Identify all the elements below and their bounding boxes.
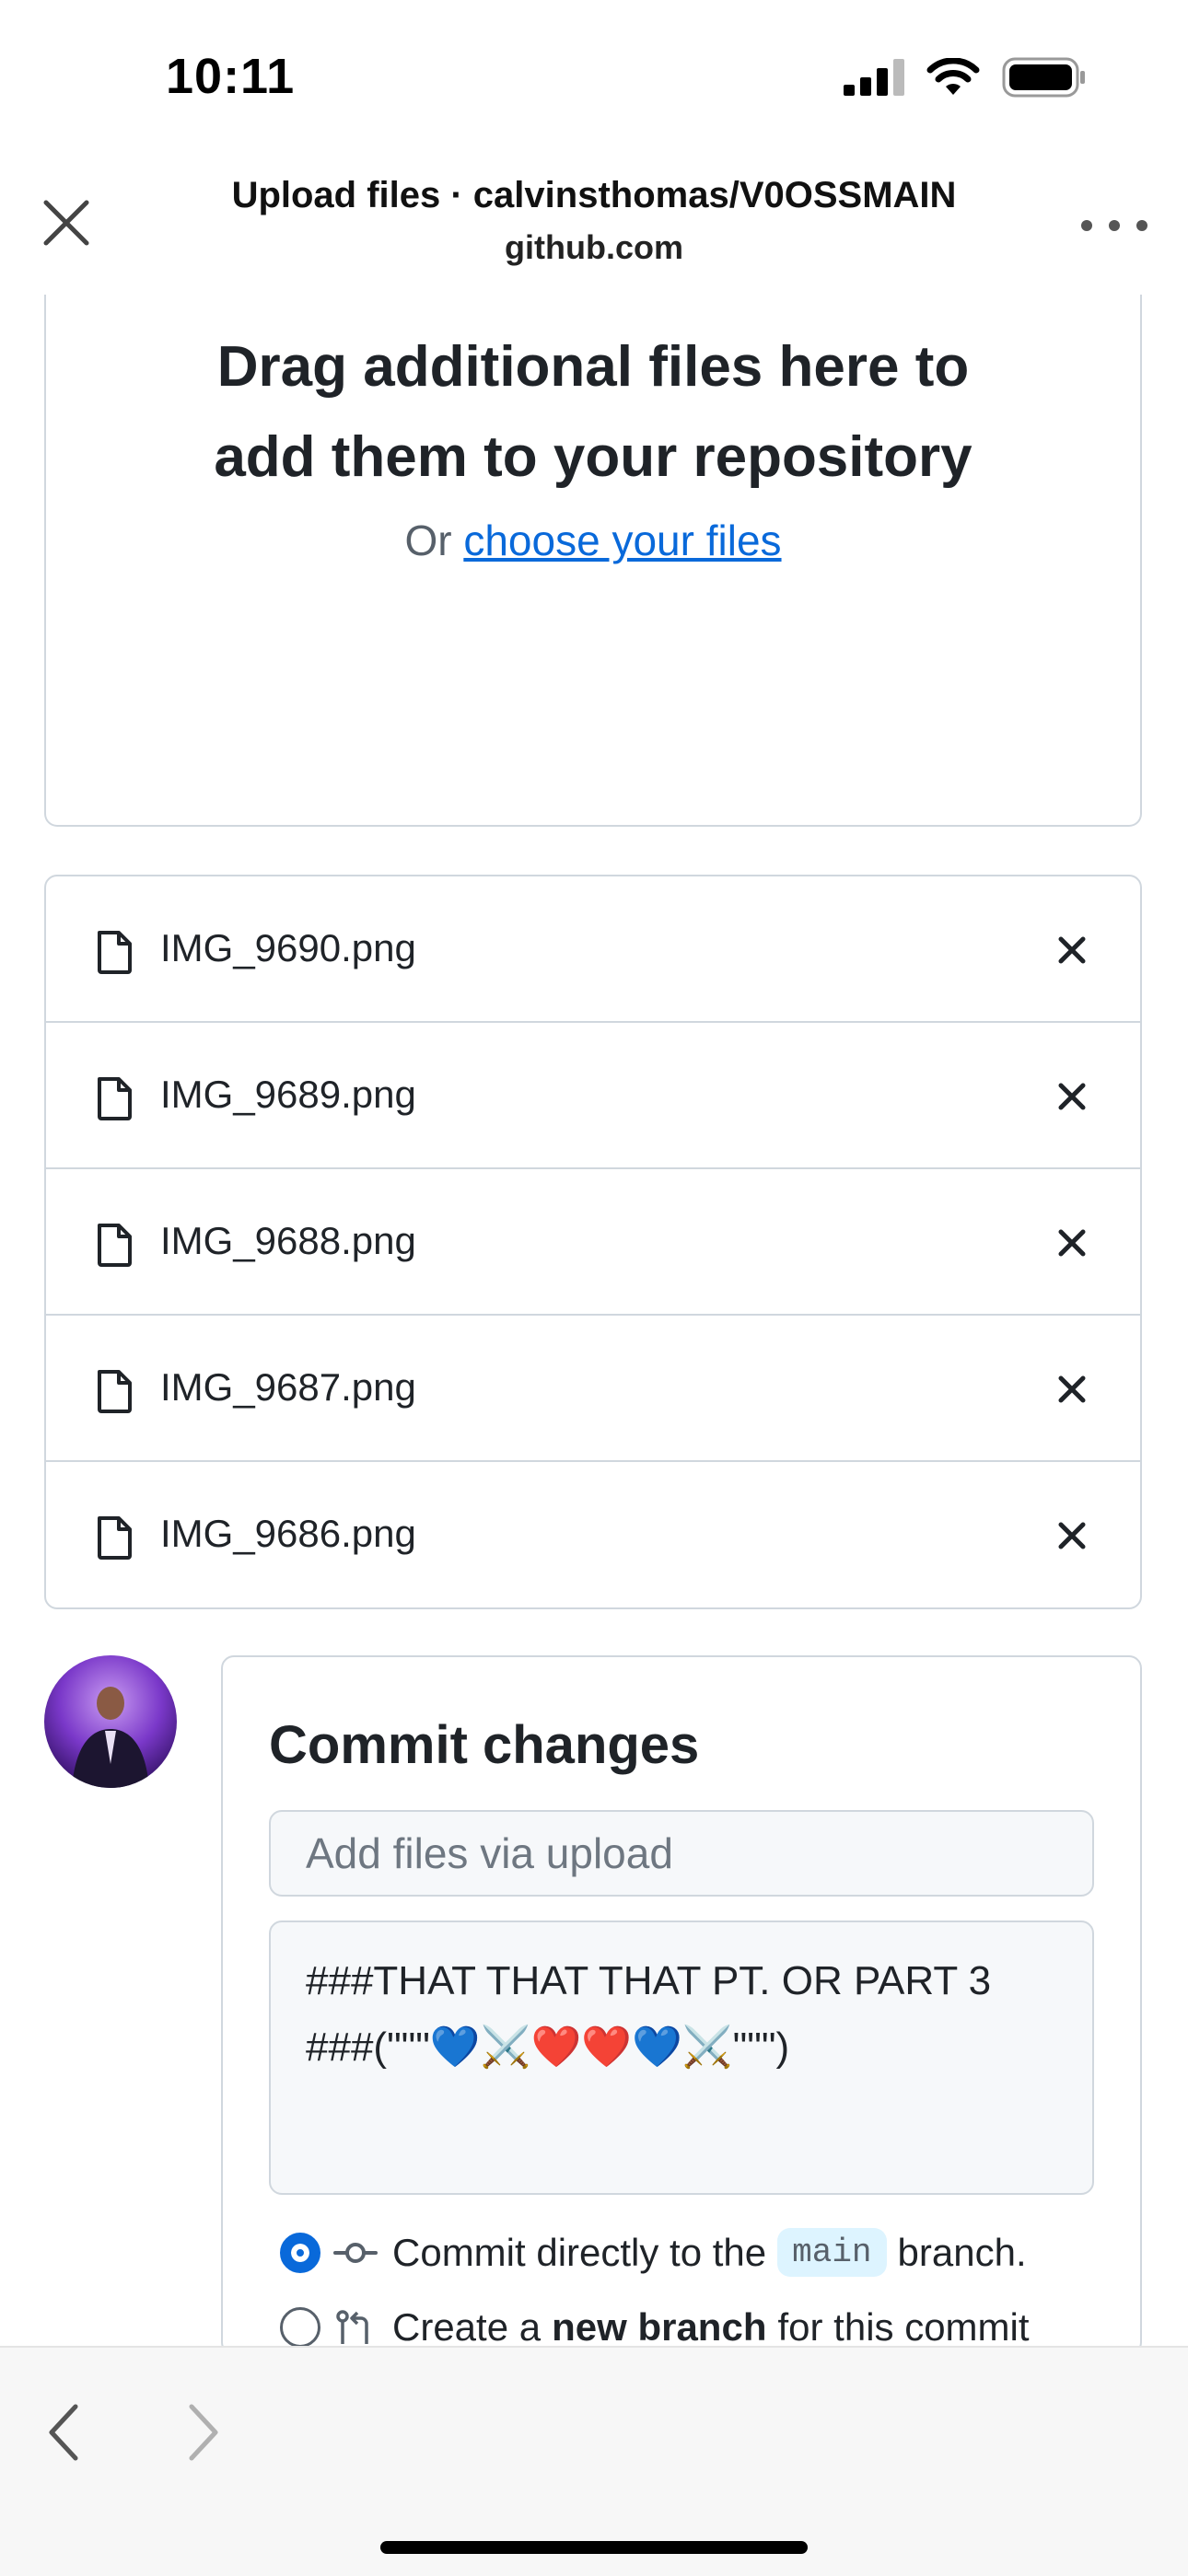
browser-header: Upload files · calvinsthomas/V0OSSMAIN g… — [0, 157, 1188, 295]
home-indicator — [380, 2541, 808, 2554]
file-name: IMG_9688.png — [160, 1219, 416, 1262]
new-branch-radio[interactable] — [280, 2307, 320, 2348]
file-name: IMG_9690.png — [160, 926, 416, 969]
file-name: IMG_9687.png — [160, 1365, 416, 1409]
commit-description-textarea[interactable]: ###THAT THAT THAT PT. OR PART 3 ###("""💙… — [269, 1920, 1094, 2195]
git-pull-request-icon — [336, 2310, 368, 2344]
file-row: IMG_9686.png — [46, 1462, 1140, 1607]
commit-direct-option[interactable]: Commit directly to the main branch. — [269, 2228, 1027, 2277]
branch-name-badge: main — [777, 2228, 887, 2277]
file-name: IMG_9689.png — [160, 1073, 416, 1116]
page-domain: github.com — [505, 228, 683, 266]
drop-zone-subtitle: Or choose your files — [46, 516, 1140, 565]
file-name: IMG_9686.png — [160, 1512, 416, 1555]
file-icon — [98, 1224, 132, 1267]
drop-zone[interactable]: Drag additional files here to add them t… — [44, 295, 1142, 827]
remove-file-icon[interactable] — [1052, 1515, 1092, 1556]
status-time: 10:11 — [166, 49, 296, 104]
choose-files-link[interactable]: choose your files — [463, 516, 781, 564]
forward-chevron-icon[interactable] — [181, 2399, 225, 2466]
new-branch-suffix: for this commit — [777, 2305, 1030, 2349]
commit-direct-radio[interactable] — [280, 2232, 320, 2273]
avatar[interactable] — [44, 1655, 177, 1788]
commit-title: Commit changes — [269, 1715, 700, 1775]
file-icon — [98, 931, 132, 974]
avatar-image — [44, 1655, 177, 1788]
file-row: IMG_9687.png — [46, 1316, 1140, 1462]
status-bar: 10:11 — [0, 0, 1188, 157]
drop-title-line-1: Drag additional files here to — [216, 335, 970, 399]
commit-box: Commit changes ###THAT THAT THAT PT. OR … — [221, 1655, 1142, 2355]
more-icon[interactable] — [1077, 212, 1151, 239]
remove-file-icon[interactable] — [1052, 930, 1092, 970]
wifi-icon — [926, 58, 980, 95]
file-icon — [98, 1370, 132, 1413]
file-list: IMG_9690.png IMG_9689.png IMG_9688.png I… — [44, 875, 1142, 1609]
remove-file-icon[interactable] — [1052, 1076, 1092, 1117]
back-chevron-icon[interactable] — [42, 2399, 87, 2466]
file-row: IMG_9690.png — [46, 876, 1140, 1023]
drop-prefix: Or — [404, 516, 452, 564]
file-row: IMG_9688.png — [46, 1169, 1140, 1316]
file-icon — [98, 1077, 132, 1120]
commit-direct-suffix: branch. — [897, 2230, 1027, 2274]
remove-file-icon[interactable] — [1052, 1369, 1092, 1410]
commit-summary-input[interactable] — [269, 1810, 1094, 1897]
drop-title-line-2: add them to your repository — [214, 425, 973, 489]
remove-file-icon[interactable] — [1052, 1223, 1092, 1263]
file-icon — [98, 1516, 132, 1560]
new-branch-bold: new branch — [552, 2305, 767, 2349]
commit-direct-text: Commit directly to the — [392, 2230, 767, 2274]
drop-zone-title: Drag additional files here to add them t… — [46, 322, 1140, 503]
git-commit-icon — [333, 2242, 378, 2263]
new-branch-option[interactable]: Create a new branch for this commit — [269, 2305, 1030, 2350]
new-branch-text: Create a — [392, 2305, 542, 2349]
battery-icon — [1002, 57, 1085, 98]
signal-icon — [844, 59, 904, 96]
file-row: IMG_9689.png — [46, 1023, 1140, 1169]
page-title: Upload files · calvinsthomas/V0OSSMAIN — [231, 175, 957, 215]
status-icons — [844, 57, 1087, 98]
bottom-toolbar — [0, 2346, 1188, 2576]
